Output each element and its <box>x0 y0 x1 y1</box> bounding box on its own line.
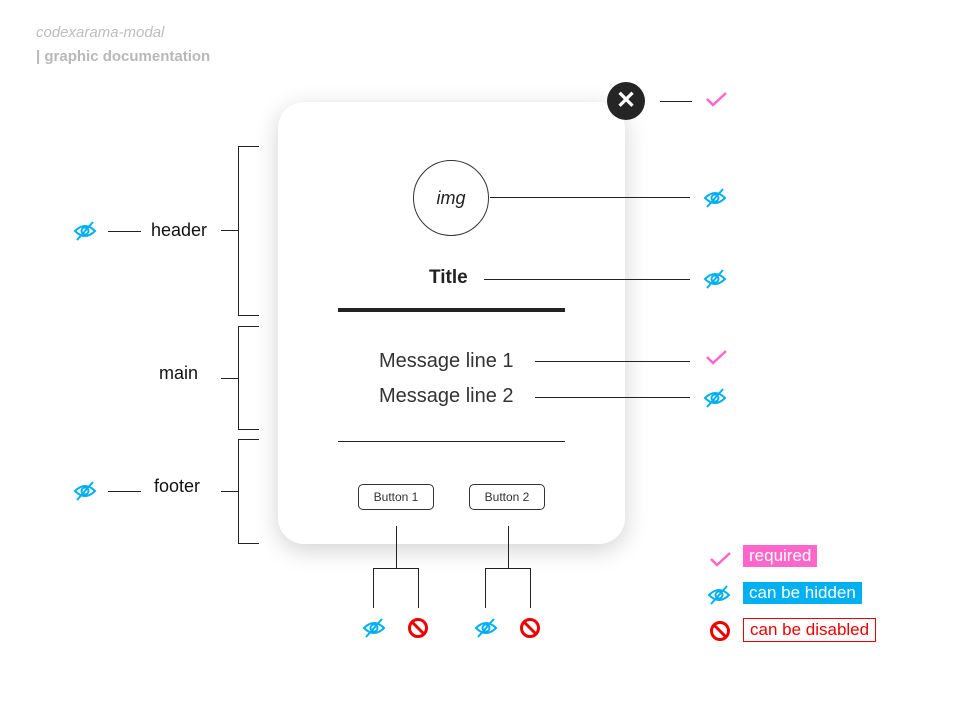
connector <box>508 526 509 568</box>
connector <box>373 568 418 569</box>
section-label-footer: footer <box>154 476 201 496</box>
connector <box>108 231 141 232</box>
check-icon <box>704 87 728 111</box>
brand-name: codexarama-modal <box>36 24 165 41</box>
legend-can-be-disabled: can be disabled <box>743 618 877 642</box>
modal-image: img <box>413 160 489 236</box>
connector <box>535 361 690 362</box>
eye-slash-icon <box>362 616 386 640</box>
legend-check-icon <box>708 547 732 571</box>
connector <box>108 491 141 492</box>
message-line-1: Message line 1 <box>379 350 514 372</box>
eye-slash-icon <box>703 186 727 210</box>
ban-icon <box>406 616 430 640</box>
connector <box>221 378 238 379</box>
eye-slash-icon <box>703 386 727 410</box>
modal-title: Title <box>429 267 468 288</box>
close-button[interactable]: ✕ <box>607 82 645 120</box>
close-icon: ✕ <box>615 87 637 114</box>
legend-eye-slash-icon <box>707 583 731 607</box>
connector <box>221 230 238 231</box>
section-label-header: header <box>151 220 208 240</box>
section-label-main: main <box>159 363 199 383</box>
header-bracket <box>238 146 259 316</box>
connector <box>373 568 374 608</box>
connector <box>530 568 531 608</box>
footer-divider <box>338 441 565 442</box>
check-icon <box>704 345 728 369</box>
main-bracket <box>238 326 259 430</box>
button-2[interactable]: Button 2 <box>469 484 545 510</box>
eye-slash-icon <box>474 616 498 640</box>
eye-slash-icon <box>703 267 727 291</box>
connector <box>485 568 486 608</box>
connector <box>660 101 692 102</box>
ban-icon <box>518 616 542 640</box>
eye-slash-icon <box>73 479 97 503</box>
connector <box>485 568 530 569</box>
connector <box>490 197 690 198</box>
brand-subtitle: | graphic documentation <box>36 48 211 65</box>
legend-can-be-hidden: can be hidden <box>743 582 862 604</box>
connector <box>484 279 690 280</box>
legend-required: required <box>743 545 818 567</box>
connector <box>396 526 397 568</box>
legend-ban-icon <box>708 619 732 643</box>
connector <box>221 491 238 492</box>
button-1[interactable]: Button 1 <box>358 484 434 510</box>
eye-slash-icon <box>73 219 97 243</box>
header-divider <box>338 308 565 312</box>
message-line-2: Message line 2 <box>379 385 514 407</box>
connector <box>418 568 419 608</box>
footer-bracket <box>238 439 259 544</box>
connector <box>535 397 690 398</box>
